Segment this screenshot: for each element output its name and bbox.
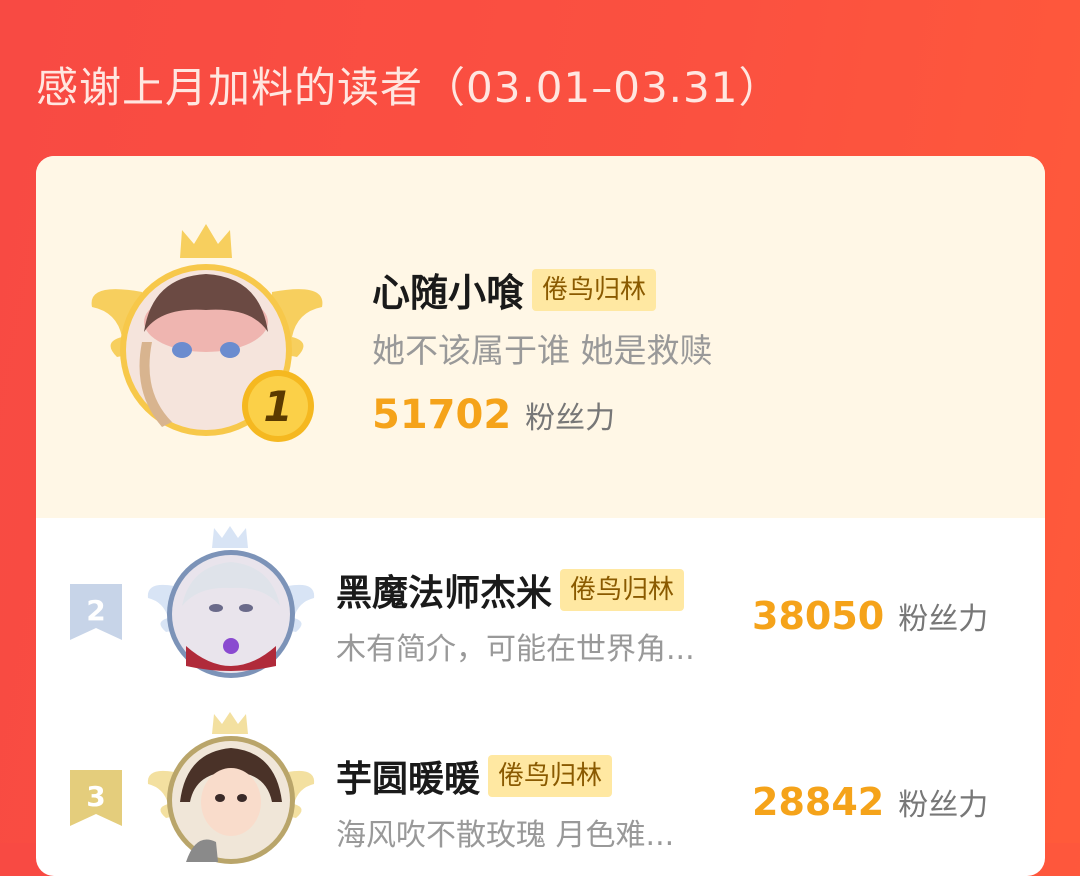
winner-name[interactable]: 心随小喰 [372, 262, 524, 317]
rank-number-2: 2 [86, 594, 105, 627]
reader-points-value-3: 28842 [752, 780, 885, 824]
list-item-rank-3[interactable]: 3 芋圆暖暖 倦鸟归林 海风吹不散玫瑰 月色难... 28842 粉丝力 [36, 712, 1045, 876]
crown-icon [212, 526, 248, 548]
avatar-rank-2[interactable] [146, 526, 316, 686]
winner-badge: 倦鸟归林 [532, 268, 657, 311]
rank-flag-2: 2 [70, 584, 122, 640]
reader-points-unit-2: 粉丝力 [898, 602, 989, 637]
winner-avatar-frame[interactable]: 1 [82, 222, 332, 452]
avatar-rank-3[interactable] [146, 712, 316, 872]
winner-bio: 她不该属于谁 她是救赎 [372, 331, 713, 370]
reader-badge-3: 倦鸟归林 [488, 755, 613, 797]
crown-icon [180, 224, 232, 258]
rank-number-3: 3 [86, 780, 105, 813]
name-row-rank-2: 黑魔法师杰米 倦鸟归林 [336, 564, 685, 616]
medal-icon: 1 [242, 370, 314, 442]
rank-flag-3: 3 [70, 770, 122, 826]
crown-icon [212, 712, 248, 734]
reader-name-3[interactable]: 芋圆暖暖 [336, 750, 480, 802]
winner-points-unit: 粉丝力 [525, 401, 616, 436]
winner-points: 51702 粉丝力 [372, 392, 615, 438]
winner-rank: 1 [263, 382, 292, 431]
reader-points-value-2: 38050 [752, 594, 885, 638]
reader-name-2[interactable]: 黑魔法师杰米 [336, 564, 552, 616]
reader-points-unit-3: 粉丝力 [898, 788, 989, 823]
reader-bio-2: 木有简介，可能在世界角... [336, 632, 695, 667]
name-row-rank-3: 芋圆暖暖 倦鸟归林 [336, 750, 613, 802]
page-title: 感谢上月加料的读者（03.01–03.31） [36, 63, 782, 112]
winner-points-value: 51702 [372, 392, 512, 438]
winner-name-row: 心随小喰 倦鸟归林 [372, 262, 657, 317]
ranking-card: 1 心随小喰 倦鸟归林 她不该属于谁 她是救赎 51702 粉丝力 2 黑魔法师… [36, 156, 1045, 876]
reader-badge-2: 倦鸟归林 [560, 569, 685, 611]
winner-section[interactable]: 1 心随小喰 倦鸟归林 她不该属于谁 她是救赎 51702 粉丝力 [36, 156, 1045, 518]
list-item-rank-2[interactable]: 2 黑魔法师杰米 倦鸟归林 木有简介，可能在世界角... 38050 粉丝力 [36, 526, 1045, 710]
reader-bio-3: 海风吹不散玫瑰 月色难... [336, 818, 675, 853]
reader-points-2: 38050 粉丝力 [752, 594, 988, 638]
reader-points-3: 28842 粉丝力 [752, 780, 988, 824]
